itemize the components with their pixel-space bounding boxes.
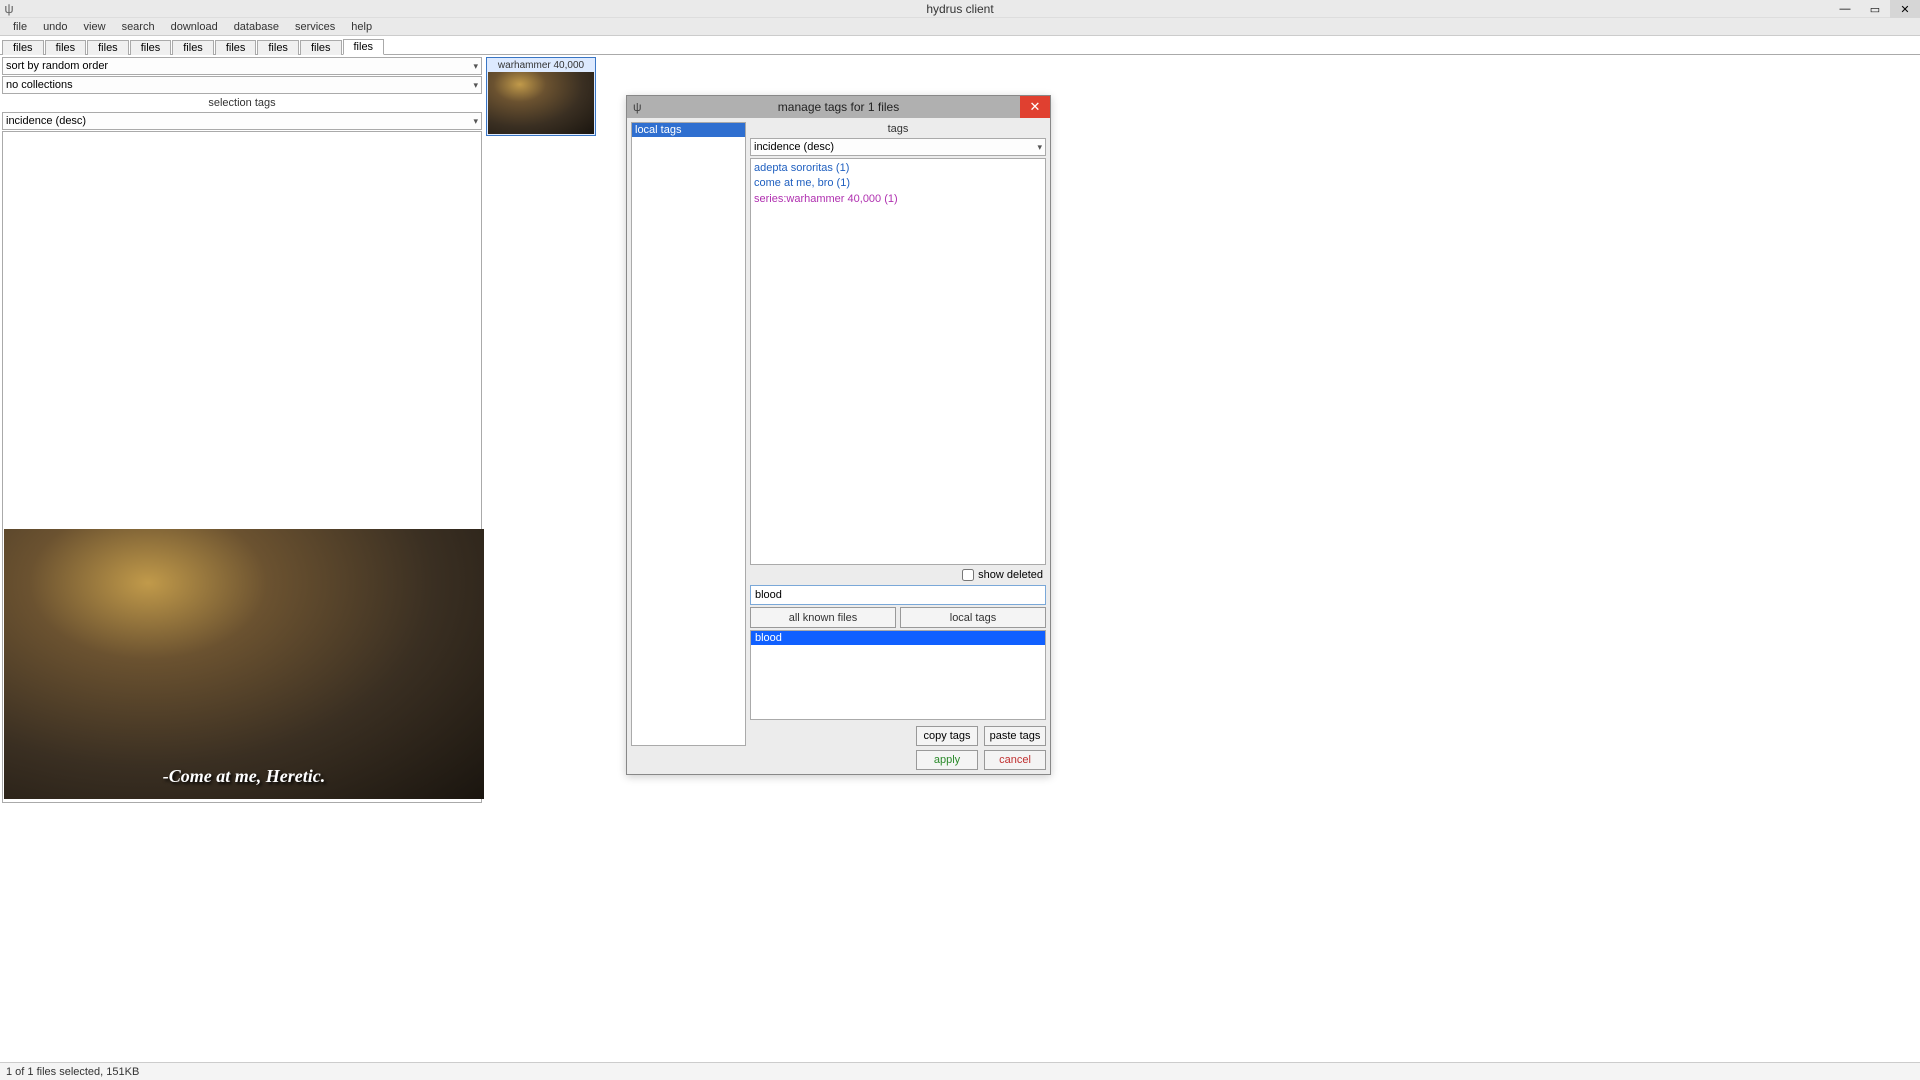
tags-label: tags	[750, 122, 1046, 136]
tab-files[interactable]: files	[2, 40, 44, 55]
dialog-incidence-value: incidence (desc)	[754, 141, 834, 153]
paste-tags-button[interactable]: paste tags	[984, 726, 1046, 746]
preview-image: -Come at me, Heretic.	[4, 529, 484, 799]
tab-files[interactable]: files	[215, 40, 257, 55]
sort-dropdown[interactable]: sort by random order ▾	[2, 57, 482, 75]
suggestion-item-selected[interactable]: blood	[751, 631, 1045, 645]
tag-service-local-tags[interactable]: local tags	[632, 123, 745, 137]
tab-files-active[interactable]: files	[343, 39, 385, 55]
tab-files[interactable]: files	[45, 40, 87, 55]
tab-row: files files files files files files file…	[0, 36, 1920, 55]
tag-item[interactable]: come at me, bro (1)	[754, 176, 1042, 191]
tag-suggestions[interactable]: blood	[750, 630, 1046, 720]
dialog-icon: ψ	[633, 100, 642, 114]
show-deleted-checkbox[interactable]	[962, 569, 974, 581]
chevron-down-icon: ▾	[473, 116, 478, 127]
chevron-down-icon: ▾	[1037, 142, 1042, 153]
status-bar: 1 of 1 files selected, 151KB	[0, 1062, 1920, 1080]
chevron-down-icon: ▾	[473, 80, 478, 91]
app-icon: ψ	[0, 1, 18, 16]
menu-undo[interactable]: undo	[35, 21, 75, 33]
minimize-button[interactable]: —	[1830, 0, 1860, 18]
selection-tags-label: selection tags	[2, 95, 482, 111]
status-text: 1 of 1 files selected, 151KB	[6, 1066, 139, 1078]
tab-files[interactable]: files	[87, 40, 129, 55]
title-bar: ψ hydrus client — ▭ ✕	[0, 0, 1920, 18]
close-button[interactable]: ✕	[1890, 0, 1920, 18]
incidence-dropdown-value: incidence (desc)	[6, 115, 86, 127]
tab-files[interactable]: files	[257, 40, 299, 55]
cancel-button[interactable]: cancel	[984, 750, 1046, 770]
tag-item[interactable]: series:warhammer 40,000 (1)	[754, 192, 1042, 207]
thumbnail-label: warhammer 40,000	[488, 59, 594, 72]
tag-item[interactable]: adepta sororitas (1)	[754, 161, 1042, 176]
maximize-button[interactable]: ▭	[1860, 0, 1890, 18]
menu-help[interactable]: help	[343, 21, 380, 33]
tag-input[interactable]: blood	[750, 585, 1046, 605]
collections-dropdown-value: no collections	[6, 79, 73, 91]
tab-files[interactable]: files	[300, 40, 342, 55]
sort-dropdown-value: sort by random order	[6, 60, 108, 72]
menu-download[interactable]: download	[163, 21, 226, 33]
preview-caption: -Come at me, Heretic.	[163, 766, 325, 787]
incidence-dropdown[interactable]: incidence (desc) ▾	[2, 112, 482, 130]
dialog-close-button[interactable]: ✕	[1020, 96, 1050, 118]
tag-services-list[interactable]: local tags	[631, 122, 746, 746]
copy-tags-button[interactable]: copy tags	[916, 726, 978, 746]
thumbnail[interactable]: warhammer 40,000	[486, 57, 596, 136]
preview-pane[interactable]: -Come at me, Heretic.	[4, 529, 484, 799]
apply-button[interactable]: apply	[916, 750, 978, 770]
menu-services[interactable]: services	[287, 21, 343, 33]
tag-list[interactable]: adepta sororitas (1) come at me, bro (1)…	[750, 158, 1046, 565]
tab-files[interactable]: files	[172, 40, 214, 55]
menu-view[interactable]: view	[76, 21, 114, 33]
dialog-incidence-dropdown[interactable]: incidence (desc) ▾	[750, 138, 1046, 156]
manage-tags-dialog: ψ manage tags for 1 files ✕ local tags t…	[626, 95, 1051, 775]
tag-input-value: blood	[755, 589, 782, 601]
menu-search[interactable]: search	[114, 21, 163, 33]
local-tags-button[interactable]: local tags	[900, 607, 1046, 628]
chevron-down-icon: ▾	[473, 61, 478, 72]
menu-bar: file undo view search download database …	[0, 18, 1920, 36]
collections-dropdown[interactable]: no collections ▾	[2, 76, 482, 94]
app-title: hydrus client	[926, 2, 993, 16]
tab-files[interactable]: files	[130, 40, 172, 55]
thumbnail-image	[488, 72, 594, 134]
menu-file[interactable]: file	[5, 21, 35, 33]
show-deleted-label: show deleted	[978, 569, 1043, 581]
all-known-files-button[interactable]: all known files	[750, 607, 896, 628]
menu-database[interactable]: database	[226, 21, 287, 33]
dialog-title-bar[interactable]: ψ manage tags for 1 files ✕	[627, 96, 1050, 118]
dialog-title: manage tags for 1 files	[778, 100, 899, 114]
